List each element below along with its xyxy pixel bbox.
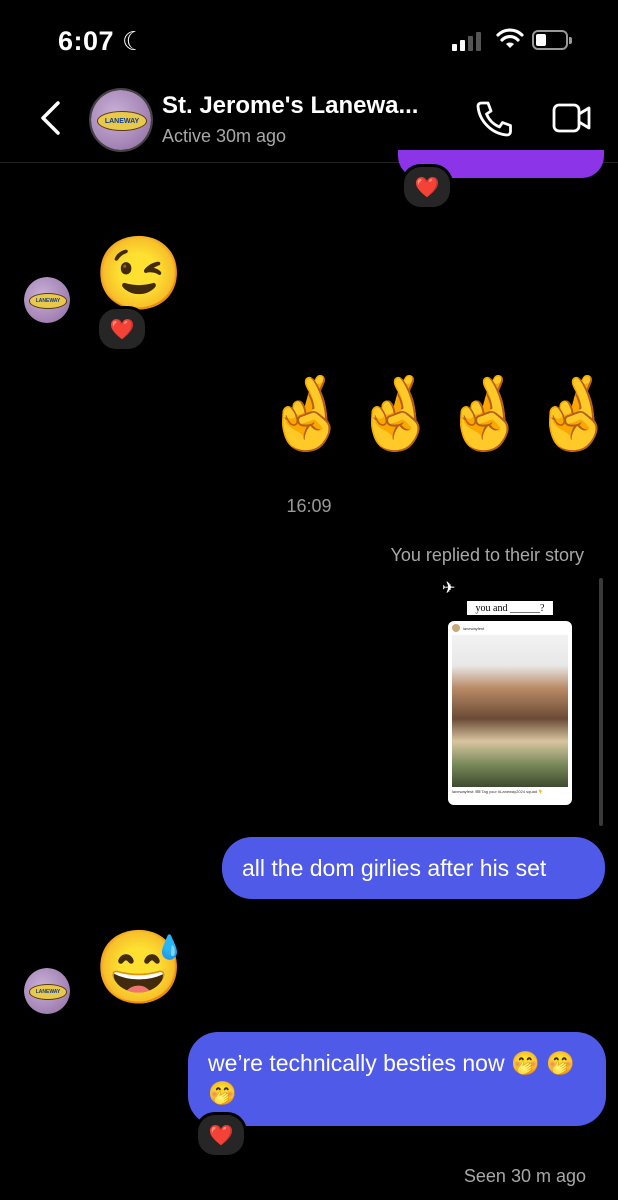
wifi-icon [496,28,524,48]
video-call-icon[interactable] [552,102,592,134]
crossed-fingers-emoji[interactable]: 🤞 [262,378,352,450]
status-time: 6:07 [58,26,115,56]
battery-icon [532,30,572,50]
sent-message-bubble[interactable]: we’re technically besties now 🤭 🤭 🤭 [188,1032,606,1126]
story-preview[interactable]: lanewayfest lanewayfest: 🎟 Tag your #Lan… [448,621,572,805]
moon-icon: ☾ [122,26,146,56]
story-sticker: you and ______? [467,601,553,615]
crossed-fingers-emoji[interactable]: 🤞 [351,378,441,450]
avatar-logo-text: LANEWAY [97,111,147,131]
sender-avatar[interactable]: LANEWAY [24,277,70,323]
scrollbar[interactable] [599,578,603,826]
phone-call-icon[interactable] [474,100,514,138]
crossed-fingers-emoji[interactable]: 🤞 [440,378,530,450]
paper-plane-icon: ✈ [442,580,456,597]
avatar-logo-text: LANEWAY [28,293,68,309]
crossed-fingers-emoji[interactable]: 🤞 [529,378,618,450]
message-timestamp: 16:09 [286,496,332,516]
sweat-smile-emoji-message[interactable]: 😅 [94,932,184,1004]
heart-reaction[interactable]: ❤️ [96,306,148,352]
story-avatar [452,624,460,632]
story-photo [452,635,568,787]
story-username: lanewayfest [463,625,485,631]
contact-name[interactable]: St. Jerome's Lanewa... [162,92,418,120]
active-status: Active 30m ago [162,126,287,146]
story-header: lanewayfest [448,621,572,635]
story-caption: lanewayfest: 🎟 Tag your #Laneway2024 squ… [452,789,544,794]
cellular-signal-icon [452,32,481,51]
seen-status: Seen 30 m ago [463,1166,586,1186]
sent-message-bubble[interactable]: all the dom girlies after his set [222,837,605,899]
contact-avatar[interactable]: LANEWAY [89,88,153,152]
heart-reaction[interactable]: ❤️ [401,164,453,210]
sender-avatar[interactable]: LANEWAY [24,968,70,1014]
story-reply-label: You replied to their story [390,545,584,565]
wink-emoji-message[interactable]: 😉 [94,238,184,310]
back-chevron-icon[interactable] [38,100,62,136]
avatar-logo-text: LANEWAY [28,984,68,1000]
heart-reaction[interactable]: ❤️ [195,1112,247,1158]
